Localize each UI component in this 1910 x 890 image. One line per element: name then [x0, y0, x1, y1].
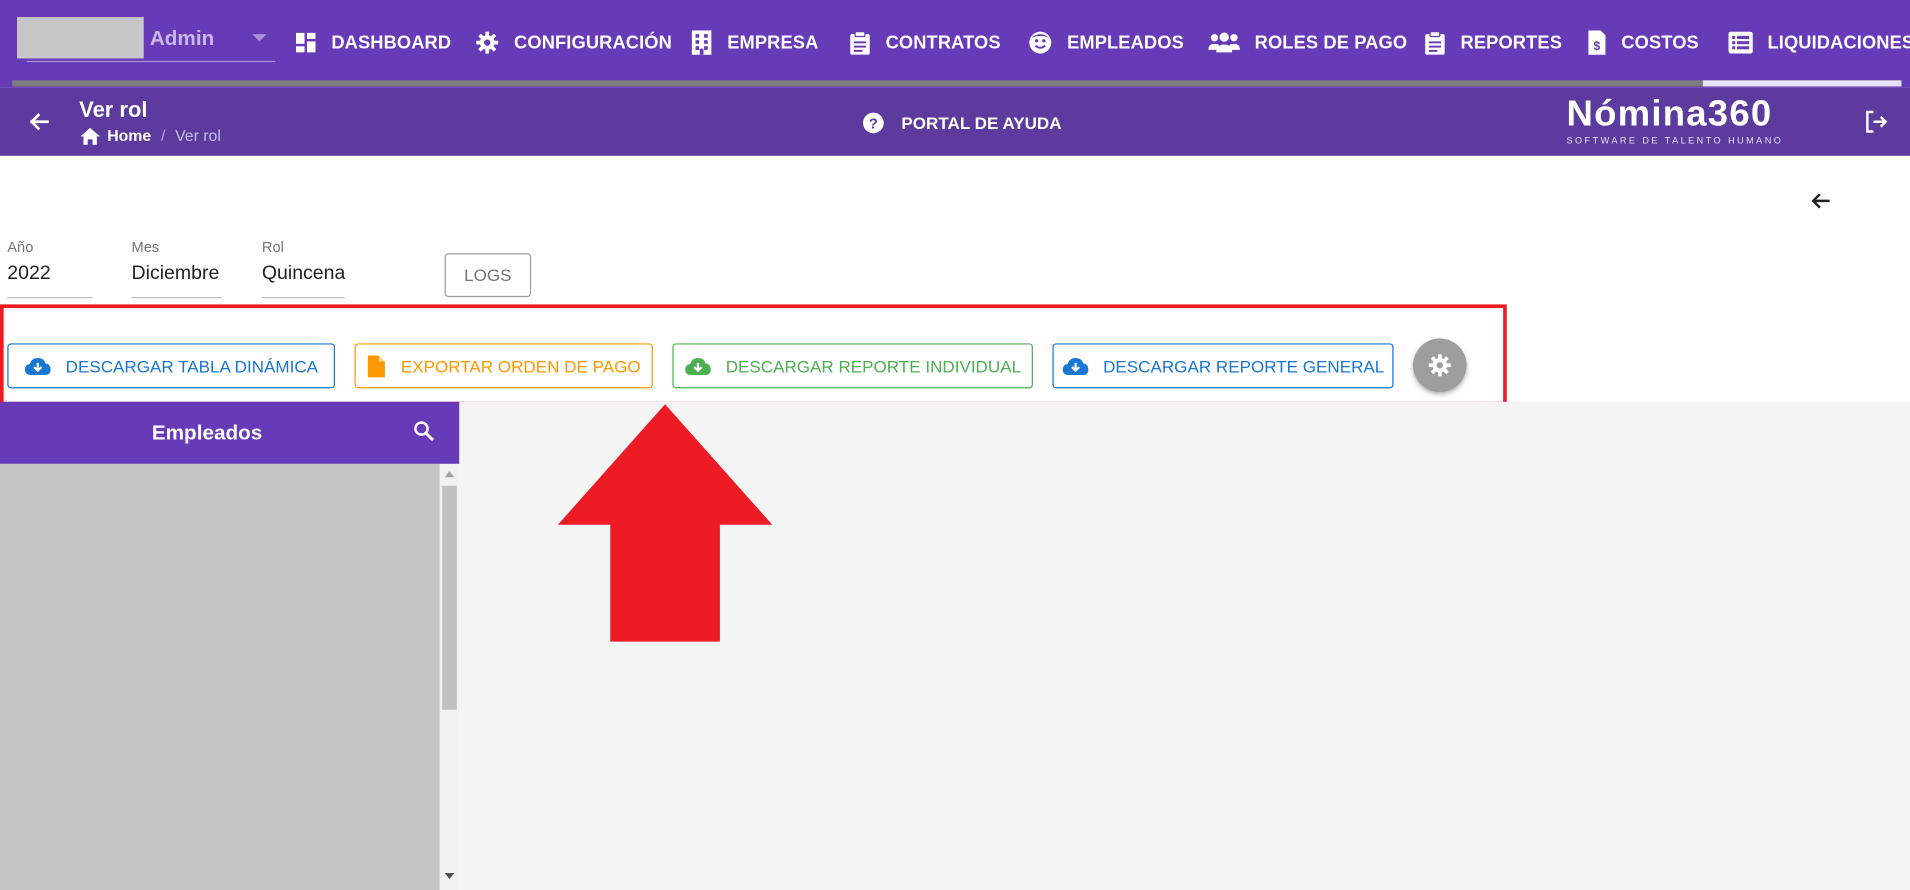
scroll-down-arrow-icon[interactable]	[444, 872, 455, 880]
year-value: 2022	[7, 262, 51, 284]
svg-text:?: ?	[869, 116, 878, 132]
people-icon	[1208, 32, 1241, 53]
year-label: Año	[7, 238, 34, 256]
role-value: Quincena	[261, 262, 346, 284]
cloud-download-icon	[684, 357, 711, 375]
employee-search-button[interactable]	[413, 420, 435, 448]
gear-icon	[1428, 354, 1451, 377]
breadcrumb: Home / Ver rol	[80, 126, 221, 145]
svg-text:$: $	[1593, 39, 1600, 53]
nav-empresa-label: EMPRESA	[727, 32, 819, 53]
month-label: Mes	[131, 238, 160, 256]
user-avatar	[17, 17, 144, 59]
nav-reportes-label: REPORTES	[1460, 32, 1563, 53]
download-individual-report-label: DESCARGAR REPORTE INDIVIDUAL	[725, 356, 1022, 376]
red-arrow-annotation-icon	[557, 404, 773, 642]
download-general-report-label: DESCARGAR REPORTE GENERAL	[1103, 356, 1385, 376]
file-icon	[367, 354, 386, 377]
nav-configuracion-label: CONFIGURACIÓN	[514, 32, 672, 53]
breadcrumb-home[interactable]: Home	[107, 127, 151, 145]
nav-empresa[interactable]: EMPRESA	[691, 27, 819, 59]
nav-configuracion[interactable]: CONFIGURACIÓN	[475, 27, 672, 59]
help-portal-label: PORTAL DE AYUDA	[901, 113, 1062, 133]
nav-costos[interactable]: $ COSTOS	[1587, 27, 1699, 59]
nav-liquidaciones[interactable]: LIQUIDACIONES	[1728, 27, 1910, 59]
brand-logo: Nómina360 SOFTWARE DE TALENTO HUMANO	[1566, 93, 1797, 147]
nav-contratos[interactable]: CONTRATOS	[849, 27, 1001, 59]
brand-name: Nómina360	[1566, 93, 1773, 134]
role-label: Rol	[261, 238, 284, 256]
nav-empleados-label: EMPLEADOS	[1067, 32, 1184, 53]
user-selector[interactable]: Admin	[17, 17, 276, 63]
breadcrumb-separator: /	[160, 126, 166, 145]
user-selector-underline	[26, 60, 276, 63]
user-name: Admin	[149, 26, 215, 50]
top-navigation-bar: Admin DASHBOARD CONFIGURACIÓN EMPRESA CO…	[0, 0, 1910, 88]
logout-icon	[1866, 110, 1888, 133]
gear-icon	[476, 31, 499, 54]
clipboard-icon	[1425, 31, 1445, 55]
nav-empleados[interactable]: EMPLEADOS	[1028, 27, 1184, 59]
building-icon	[691, 30, 712, 55]
employees-panel-header: Empleados	[0, 401, 460, 464]
employee-list-scrollbar[interactable]	[439, 463, 460, 890]
search-icon	[414, 421, 435, 442]
cloud-download-icon	[24, 357, 51, 375]
scroll-thumb[interactable]	[442, 485, 457, 710]
cloud-download-icon	[1062, 357, 1088, 375]
export-payment-order-label: EXPORTAR ORDEN DE PAGO	[400, 356, 641, 376]
face-icon	[1029, 31, 1052, 54]
breadcrumb-current: Ver rol	[175, 126, 221, 145]
year-select[interactable]: Año 2022	[7, 238, 93, 299]
back-button[interactable]	[27, 110, 51, 134]
arrow-left-icon	[29, 113, 49, 131]
nav-dashboard[interactable]: DASHBOARD	[295, 27, 451, 59]
download-general-report-button[interactable]: DESCARGAR REPORTE GENERAL	[1052, 343, 1394, 389]
month-select[interactable]: Mes Diciembre	[131, 238, 222, 299]
dashboard-icon	[296, 32, 316, 53]
nav-costos-label: COSTOS	[1621, 32, 1699, 53]
export-payment-order-button[interactable]: EXPORTAR ORDEN DE PAGO	[354, 343, 653, 389]
scroll-up-arrow-icon[interactable]	[444, 471, 455, 478]
help-portal-link[interactable]: ? PORTAL DE AYUDA	[862, 112, 1062, 134]
app-window: Admin DASHBOARD CONFIGURACIÓN EMPRESA CO…	[0, 0, 1910, 890]
nav-dashboard-label: DASHBOARD	[331, 32, 452, 53]
help-circle-icon: ?	[863, 112, 884, 134]
nav-roles-de-pago[interactable]: ROLES DE PAGO	[1208, 27, 1407, 59]
employees-panel: Empleados	[0, 401, 460, 890]
settings-fab-button[interactable]	[1413, 338, 1467, 393]
arrow-left-icon	[1811, 193, 1830, 209]
nav-active-indicator	[1702, 80, 1902, 87]
download-pivot-table-label: DESCARGAR TABLA DINÁMICA	[65, 356, 319, 376]
nav-scroll-track	[12, 80, 1902, 87]
month-value: Diciembre	[131, 262, 220, 284]
role-select[interactable]: Rol Quincena	[261, 238, 346, 299]
clipboard-icon	[850, 31, 870, 55]
invoice-dollar-icon: $	[1588, 30, 1606, 55]
brand-tagline: SOFTWARE DE TALENTO HUMANO	[1566, 135, 1784, 147]
employee-list[interactable]	[0, 463, 440, 890]
content-back-button[interactable]	[1810, 190, 1832, 218]
nav-liquidaciones-label: LIQUIDACIONES	[1767, 32, 1910, 53]
page-title: Ver rol	[79, 97, 148, 122]
nav-contratos-label: CONTRATOS	[885, 32, 1001, 53]
download-pivot-table-button[interactable]: DESCARGAR TABLA DINÁMICA	[7, 343, 335, 389]
logout-button[interactable]	[1864, 110, 1888, 140]
page-header: Ver rol Home / Ver rol ? PORTAL DE AYUDA…	[0, 87, 1910, 156]
logs-button[interactable]: LOGS	[444, 253, 532, 298]
nav-roles-de-pago-label: ROLES DE PAGO	[1254, 32, 1408, 53]
chevron-down-icon[interactable]	[252, 34, 267, 42]
home-icon	[80, 127, 100, 145]
download-individual-report-button[interactable]: DESCARGAR REPORTE INDIVIDUAL	[672, 343, 1033, 389]
employees-panel-title: Empleados	[151, 420, 263, 444]
nav-reportes[interactable]: REPORTES	[1424, 27, 1562, 59]
list-icon	[1728, 31, 1753, 54]
